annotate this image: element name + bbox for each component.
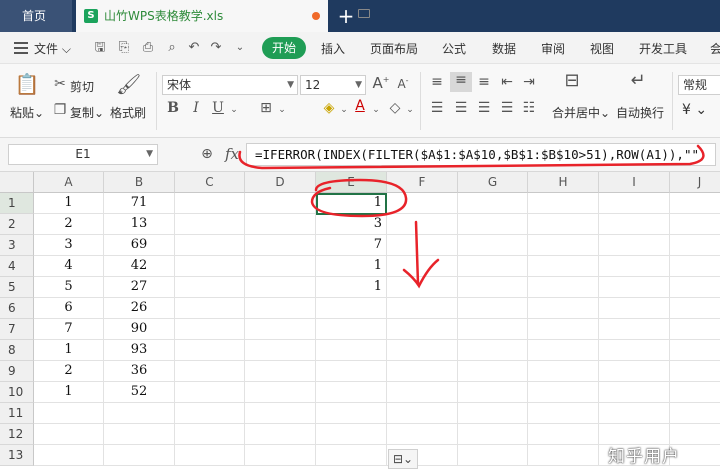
down-arrow-annotation	[402, 220, 440, 289]
annotation-overlay	[238, 144, 705, 289]
cell-circle-annotation	[310, 178, 408, 218]
formula-underline-annotation	[238, 144, 705, 170]
